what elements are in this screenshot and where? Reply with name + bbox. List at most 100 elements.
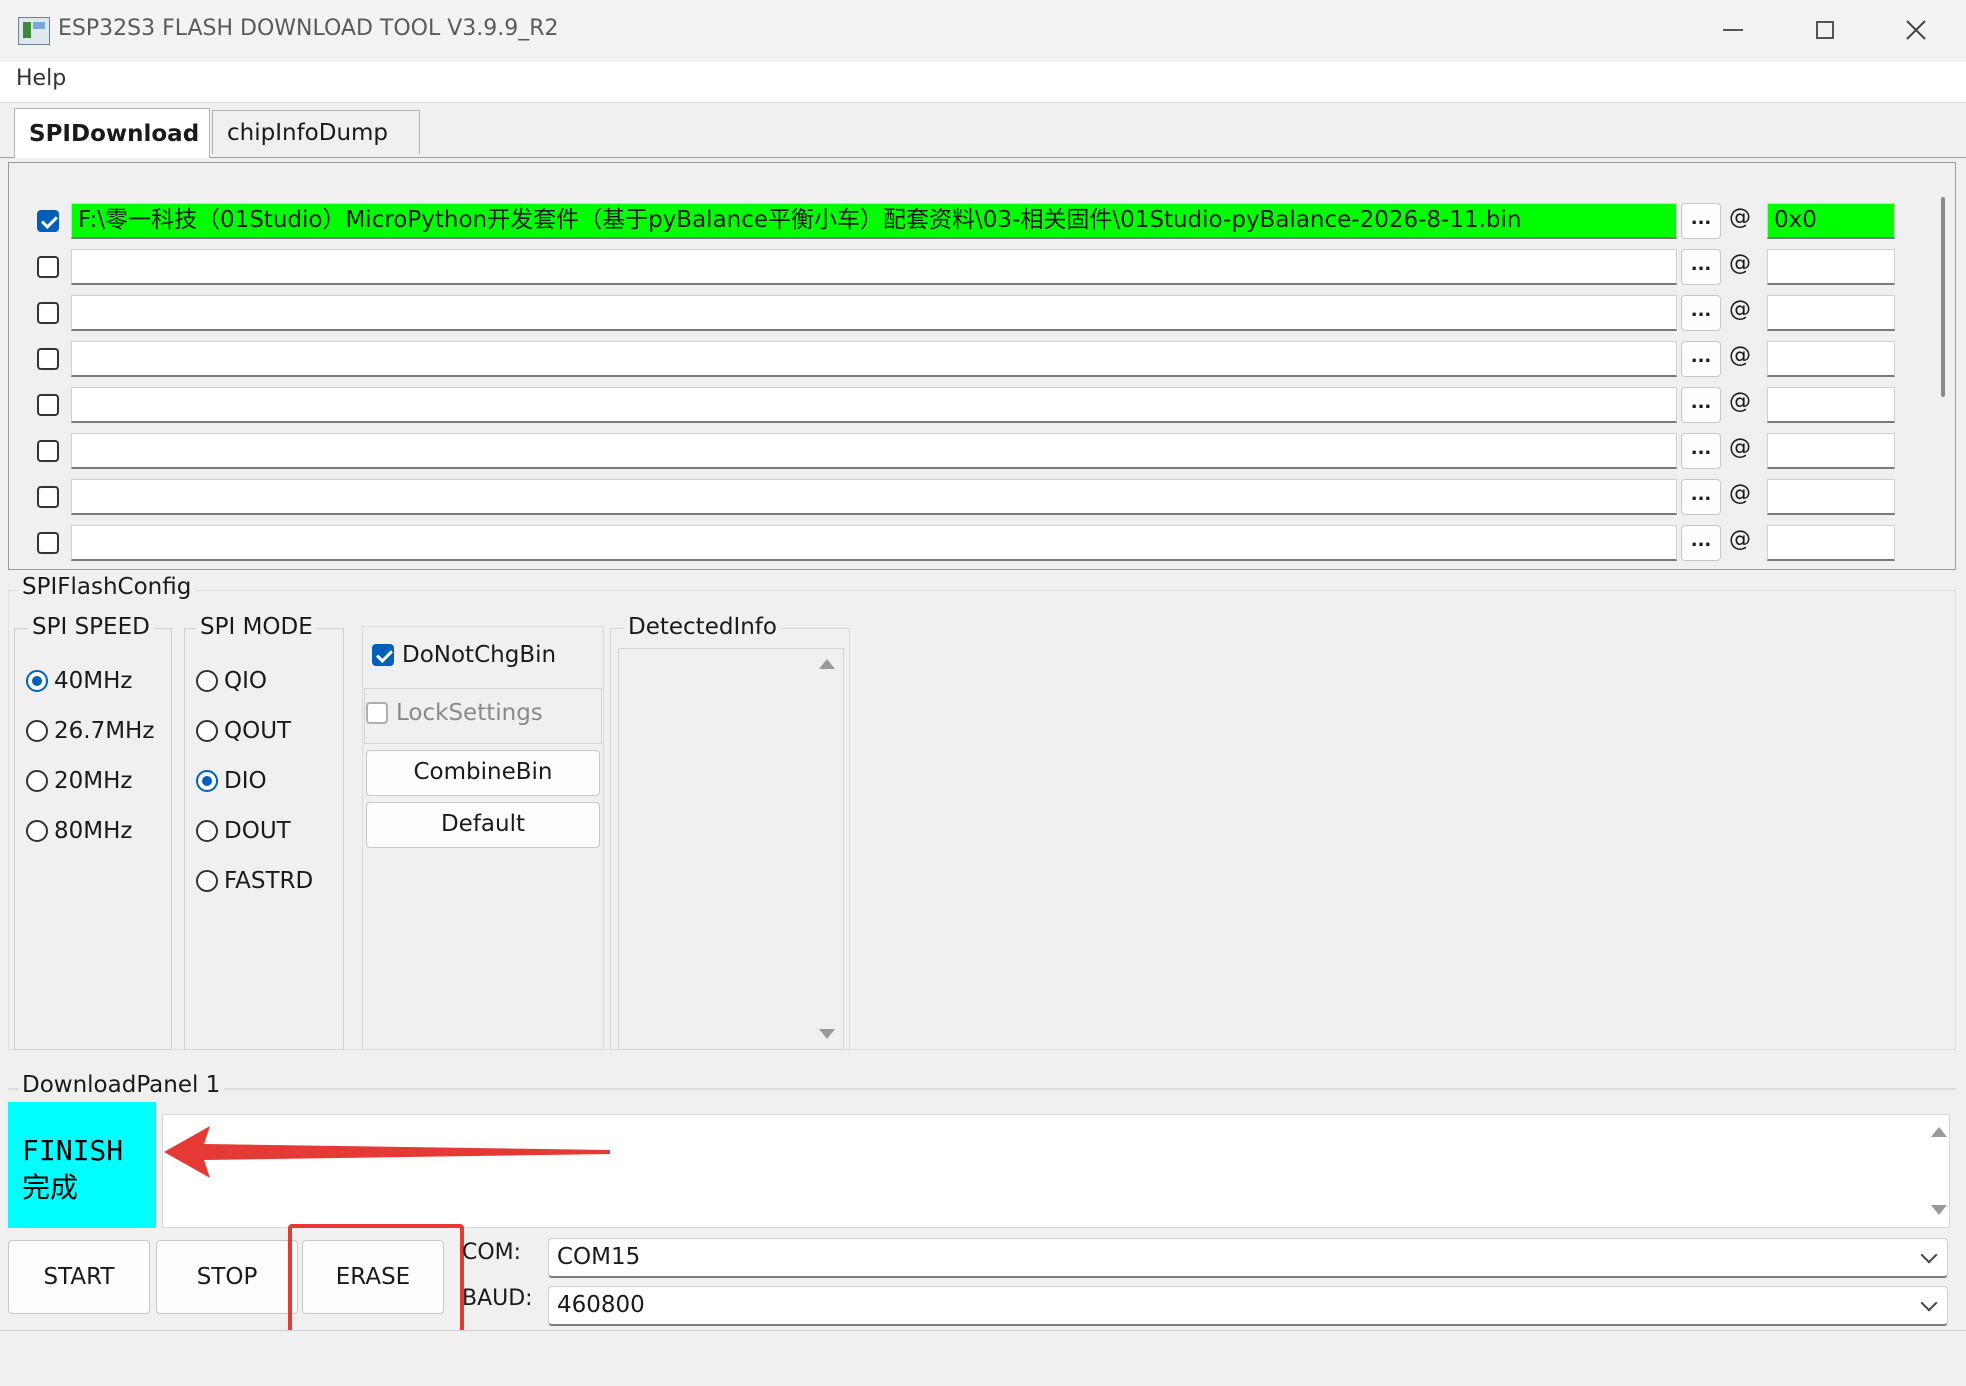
scroll-up-icon[interactable] xyxy=(1931,1127,1947,1137)
radio-speed-26-7mhz[interactable]: 26.7MHz xyxy=(26,718,154,744)
download-panel-divider xyxy=(8,1088,1956,1090)
status-bar xyxy=(0,1330,1966,1373)
tab-spidownload[interactable]: SPIDownload xyxy=(14,108,210,158)
browse-button[interactable]: ... xyxy=(1681,341,1721,377)
scroll-down-icon[interactable] xyxy=(819,1029,835,1039)
file-enable-checkbox[interactable] xyxy=(37,394,59,416)
address-field[interactable] xyxy=(1767,249,1895,285)
browse-button[interactable]: ... xyxy=(1681,295,1721,331)
address-field[interactable] xyxy=(1767,433,1895,469)
radio-mode-dio[interactable]: DIO xyxy=(196,768,267,794)
file-list-scrollbar[interactable] xyxy=(1941,197,1945,397)
baud-select[interactable]: 460800 xyxy=(548,1286,1948,1326)
radio-indicator xyxy=(196,820,218,842)
file-path-field[interactable] xyxy=(71,387,1677,423)
radio-label: 80MHz xyxy=(54,818,133,844)
annotation-highlight-box xyxy=(288,1224,464,1342)
at-label: @ xyxy=(1729,435,1751,460)
radio-label: QOUT xyxy=(224,718,292,744)
tab-chipinfodump[interactable]: chipInfoDump xyxy=(212,110,420,154)
radio-speed-20mhz[interactable]: 20MHz xyxy=(26,768,132,794)
status-finish: FINISH xyxy=(22,1134,124,1167)
file-enable-checkbox[interactable] xyxy=(37,256,59,278)
at-label: @ xyxy=(1729,251,1751,276)
baud-value: 460800 xyxy=(557,1292,645,1318)
maximize-icon xyxy=(1816,21,1834,39)
address-field[interactable] xyxy=(1767,387,1895,423)
minimize-button[interactable] xyxy=(1703,10,1763,50)
file-row: ... @ xyxy=(9,477,1949,517)
browse-button[interactable]: ... xyxy=(1681,249,1721,285)
minimize-icon xyxy=(1723,29,1743,31)
browse-button[interactable]: ... xyxy=(1681,433,1721,469)
checkbox-lock-settings[interactable]: LockSettings xyxy=(366,700,543,726)
window-title: ESP32S3 FLASH DOWNLOAD TOOL V3.9.9_R2 xyxy=(58,16,559,41)
radio-label: FASTRD xyxy=(224,868,314,894)
address-field[interactable] xyxy=(1767,525,1895,561)
address-field[interactable] xyxy=(1767,479,1895,515)
at-label: @ xyxy=(1729,481,1751,506)
file-row: ... @ xyxy=(9,385,1949,425)
radio-indicator xyxy=(26,670,48,692)
radio-mode-qout[interactable]: QOUT xyxy=(196,718,291,744)
file-path-field[interactable] xyxy=(71,341,1677,377)
file-path-field[interactable] xyxy=(71,295,1677,331)
file-row: ... @ xyxy=(9,523,1949,563)
file-path-field[interactable] xyxy=(71,249,1677,285)
radio-indicator xyxy=(26,720,48,742)
file-enable-checkbox[interactable] xyxy=(37,302,59,324)
at-label: @ xyxy=(1729,389,1751,414)
chevron-down-icon xyxy=(1920,1294,1938,1312)
browse-button[interactable]: ... xyxy=(1681,479,1721,515)
file-row: F:\零一科技（01Studio）MicroPython开发套件（基于pyBal… xyxy=(9,201,1949,241)
radio-label: DIO xyxy=(224,768,267,794)
detected-info-list[interactable] xyxy=(618,648,844,1050)
checkbox-indicator xyxy=(366,702,388,724)
start-button[interactable]: START xyxy=(8,1240,150,1314)
radio-indicator xyxy=(26,820,48,842)
file-enable-checkbox[interactable] xyxy=(37,440,59,462)
checkbox-label: LockSettings xyxy=(396,700,543,726)
scroll-up-icon[interactable] xyxy=(819,659,835,669)
file-path-field[interactable] xyxy=(71,433,1677,469)
radio-label: DOUT xyxy=(224,818,291,844)
file-path-field[interactable] xyxy=(71,525,1677,561)
radio-speed-40mhz[interactable]: 40MHz xyxy=(26,668,132,694)
at-label: @ xyxy=(1729,527,1751,552)
com-select[interactable]: COM15 xyxy=(548,1238,1948,1278)
file-path-field[interactable]: F:\零一科技（01Studio）MicroPython开发套件（基于pyBal… xyxy=(71,203,1677,239)
spi-mode-title: SPI MODE xyxy=(196,614,317,640)
file-enable-checkbox[interactable] xyxy=(37,348,59,370)
com-value: COM15 xyxy=(557,1244,641,1270)
file-path-field[interactable] xyxy=(71,479,1677,515)
status-finish-cn: 完成 xyxy=(22,1171,79,1204)
file-enable-checkbox[interactable] xyxy=(37,532,59,554)
checkbox-do-not-chg-bin[interactable]: DoNotChgBin xyxy=(372,642,556,668)
radio-label: 20MHz xyxy=(54,768,133,794)
radio-mode-fastrd[interactable]: FASTRD xyxy=(196,868,313,894)
combine-bin-button[interactable]: CombineBin xyxy=(366,750,600,796)
stop-button[interactable]: STOP xyxy=(156,1240,298,1314)
browse-button[interactable]: ... xyxy=(1681,525,1721,561)
scroll-down-icon[interactable] xyxy=(1931,1205,1947,1215)
file-enable-checkbox[interactable] xyxy=(37,486,59,508)
address-field[interactable]: 0x0 xyxy=(1767,203,1895,239)
download-panel-title: DownloadPanel 1 xyxy=(18,1072,225,1098)
maximize-button[interactable] xyxy=(1795,10,1855,50)
browse-button[interactable]: ... xyxy=(1681,203,1721,239)
radio-label: QIO xyxy=(224,668,267,694)
radio-mode-qio[interactable]: QIO xyxy=(196,668,267,694)
menu-help[interactable]: Help xyxy=(16,66,66,91)
close-icon xyxy=(1906,20,1926,40)
browse-button[interactable]: ... xyxy=(1681,387,1721,423)
address-field[interactable] xyxy=(1767,341,1895,377)
radio-speed-80mhz[interactable]: 80MHz xyxy=(26,818,132,844)
radio-mode-dout[interactable]: DOUT xyxy=(196,818,291,844)
file-enable-checkbox[interactable] xyxy=(37,210,59,232)
close-button[interactable] xyxy=(1886,10,1946,50)
address-field[interactable] xyxy=(1767,295,1895,331)
radio-indicator xyxy=(196,720,218,742)
file-row: ... @ xyxy=(9,247,1949,287)
default-button[interactable]: Default xyxy=(366,802,600,848)
main-window: ESP32S3 FLASH DOWNLOAD TOOL V3.9.9_R2 He… xyxy=(0,0,1966,1386)
